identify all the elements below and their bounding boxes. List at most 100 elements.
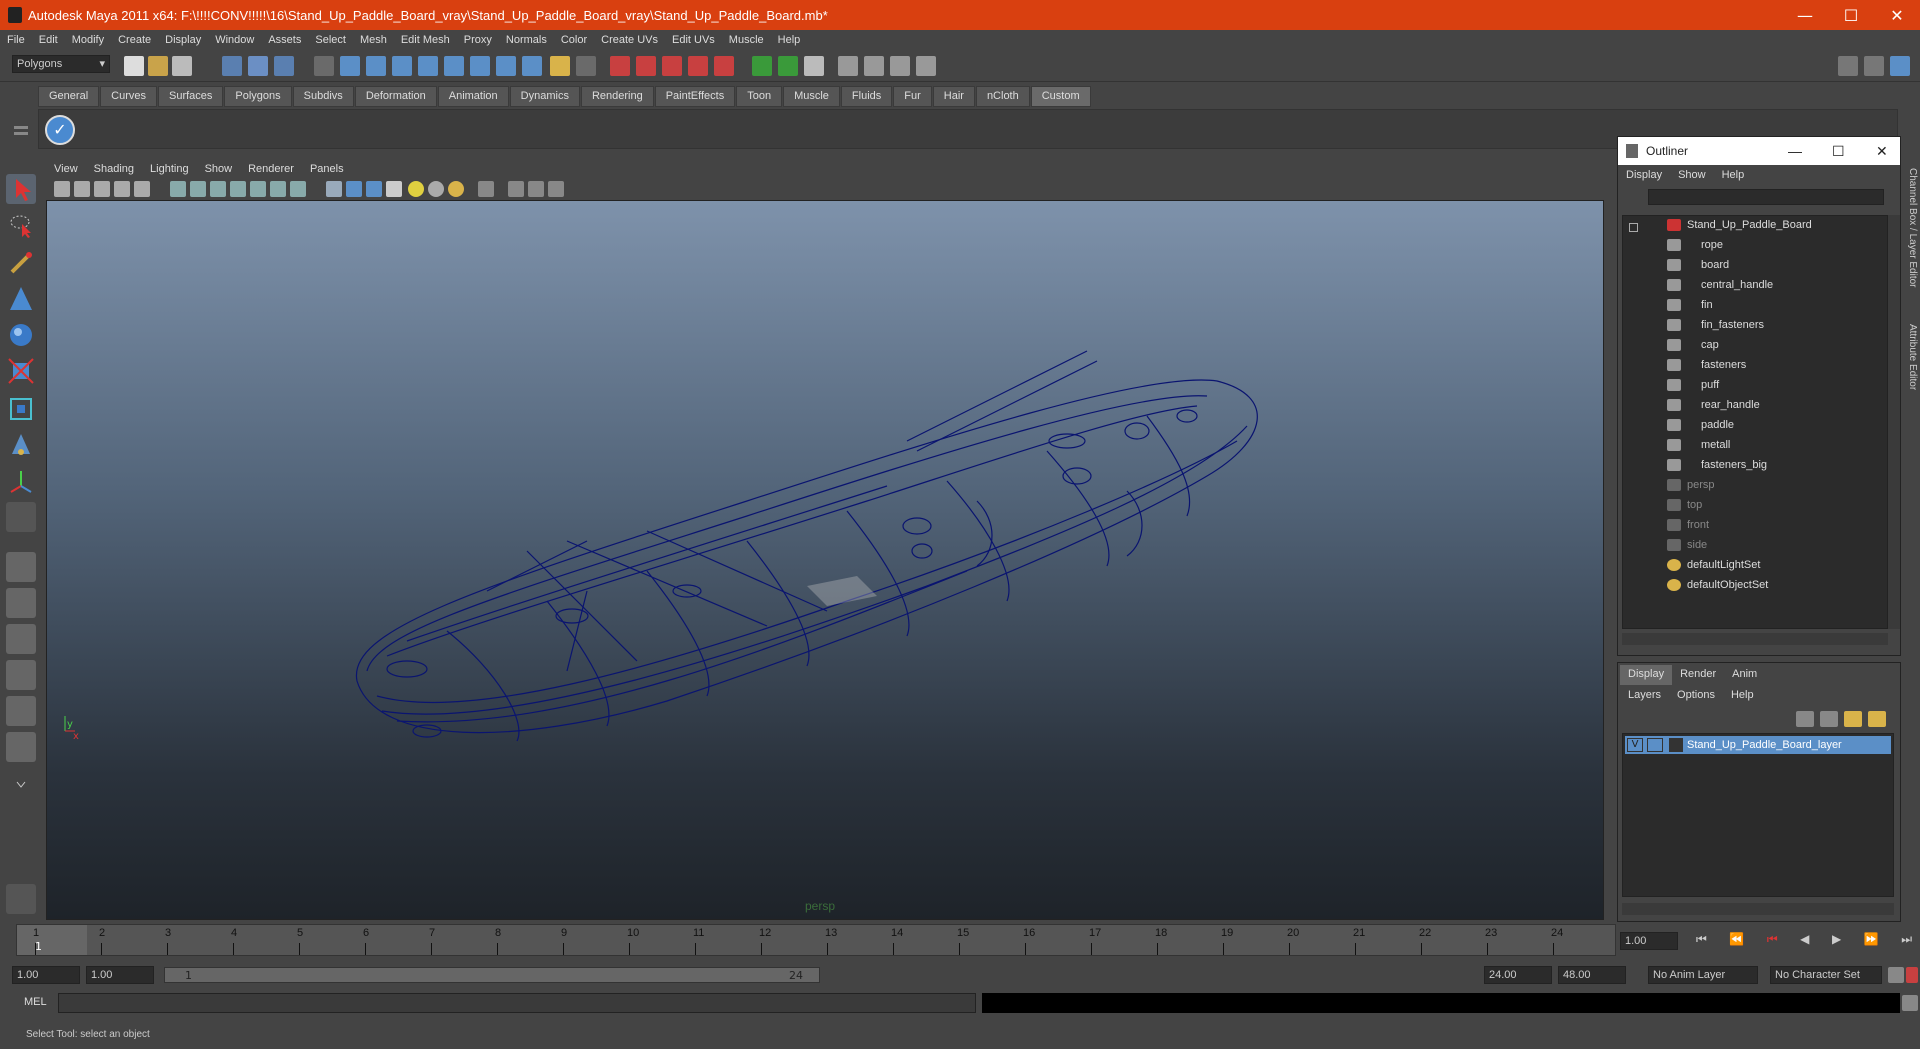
- outliner-horizontal-scrollbar[interactable]: [1622, 633, 1888, 645]
- input-ops-icon[interactable]: [752, 56, 772, 76]
- step-back-frame-icon[interactable]: ⏮: [1767, 932, 1778, 952]
- persp-graph-hypershade-layout-icon[interactable]: [6, 732, 36, 762]
- select-object-icon[interactable]: [248, 56, 268, 76]
- channel-box-toggle-icon[interactable]: [1890, 56, 1910, 76]
- wireframe-on-shaded-icon[interactable]: [366, 181, 382, 197]
- script-editor-icon[interactable]: [1902, 995, 1918, 1011]
- select-component-icon[interactable]: [274, 56, 294, 76]
- select-rendering-icon[interactable]: [470, 56, 490, 76]
- panel-menu-show[interactable]: Show: [197, 163, 241, 175]
- outliner-vertical-scrollbar[interactable]: [1888, 215, 1900, 629]
- tool-settings-toggle-icon[interactable]: [1864, 56, 1884, 76]
- menu-edit[interactable]: Edit: [32, 34, 65, 46]
- paddle-board-wireframe[interactable]: y x: [47, 201, 1604, 920]
- snap-view-plane-icon[interactable]: [688, 56, 708, 76]
- outliner-search-field[interactable]: [1648, 189, 1884, 205]
- panel-menu-shading[interactable]: Shading: [86, 163, 142, 175]
- layer-menu-help[interactable]: Help: [1723, 687, 1762, 705]
- layer-tab-anim[interactable]: Anim: [1724, 665, 1765, 685]
- range-slider[interactable]: 1 24: [164, 967, 820, 983]
- lock-icon[interactable]: [550, 56, 570, 76]
- outliner-item-front[interactable]: front: [1667, 516, 1709, 534]
- shelf-tab-painteffects[interactable]: PaintEffects: [654, 86, 736, 107]
- move-layer-down-icon[interactable]: [1820, 711, 1838, 727]
- hypershade-persp-layout-icon[interactable]: [6, 696, 36, 726]
- outliner-item-board[interactable]: board: [1667, 256, 1729, 274]
- select-handle-icon[interactable]: [314, 56, 334, 76]
- outliner-menu-help[interactable]: Help: [1714, 169, 1753, 181]
- auto-key-icon[interactable]: [1888, 967, 1904, 983]
- menu-normals[interactable]: Normals: [499, 34, 554, 46]
- shelf-tab-fluids[interactable]: Fluids: [840, 86, 893, 107]
- resolution-gate-icon[interactable]: [210, 181, 226, 197]
- construction-history-icon[interactable]: [804, 56, 824, 76]
- menu-edit-uvs[interactable]: Edit UVs: [665, 34, 722, 46]
- go-to-start-icon[interactable]: ⏮: [1696, 932, 1707, 952]
- shelf-tab-polygons[interactable]: Polygons: [224, 86, 292, 107]
- scale-tool-icon[interactable]: [6, 356, 36, 386]
- safe-action-icon[interactable]: [270, 181, 286, 197]
- grid-icon[interactable]: [170, 181, 186, 197]
- playback-start-field[interactable]: 1.00: [86, 966, 154, 984]
- snap-curve-icon[interactable]: [636, 56, 656, 76]
- output-ops-icon[interactable]: [778, 56, 798, 76]
- new-layer-from-selection-icon[interactable]: [1868, 711, 1886, 727]
- layer-color-swatch[interactable]: [1669, 738, 1683, 752]
- outliner-item-persp[interactable]: persp: [1667, 476, 1715, 494]
- outliner-item-fin-fasteners[interactable]: fin_fasteners: [1667, 316, 1764, 334]
- gate-mask-icon[interactable]: [230, 181, 246, 197]
- playback-end-field[interactable]: 24.00: [1484, 966, 1552, 984]
- bookmarks-icon[interactable]: [94, 181, 110, 197]
- maximize-button[interactable]: ☐: [1828, 0, 1874, 30]
- shelf-tab-muscle[interactable]: Muscle: [783, 86, 840, 107]
- shadows-icon[interactable]: [428, 181, 444, 197]
- render-settings-icon[interactable]: [916, 56, 936, 76]
- open-scene-icon[interactable]: [148, 56, 168, 76]
- last-tool-icon[interactable]: [6, 502, 36, 532]
- shelf-menu-icon[interactable]: [12, 120, 30, 148]
- layer-type-toggle[interactable]: [1647, 738, 1663, 752]
- shelf-tab-animation[interactable]: Animation: [437, 86, 509, 107]
- ipr-render-icon[interactable]: [890, 56, 910, 76]
- outliner-item-paddle[interactable]: paddle: [1667, 416, 1734, 434]
- checkmark-shelf-icon[interactable]: ✓: [45, 115, 75, 145]
- shelf-tab-toon[interactable]: Toon: [736, 86, 783, 107]
- outliner-item-puff[interactable]: puff: [1667, 376, 1719, 394]
- shelf-tab-hair[interactable]: Hair: [932, 86, 975, 107]
- select-dynamics-icon[interactable]: [444, 56, 464, 76]
- safe-title-icon[interactable]: [290, 181, 306, 197]
- move-layer-up-icon[interactable]: [1796, 711, 1814, 727]
- outliner-persp-layout-icon[interactable]: [6, 624, 36, 654]
- render-view-icon[interactable]: [838, 56, 858, 76]
- outliner-item-central-handle[interactable]: central_handle: [1667, 276, 1773, 294]
- menu-muscle[interactable]: Muscle: [722, 34, 771, 46]
- panel-menu-renderer[interactable]: Renderer: [240, 163, 302, 175]
- select-joint-icon[interactable]: [340, 56, 360, 76]
- shelf-tab-dynamics[interactable]: Dynamics: [509, 86, 580, 107]
- snap-grid-icon[interactable]: [610, 56, 630, 76]
- current-time-field[interactable]: 1.00: [1620, 932, 1678, 950]
- graph-persp-layout-icon[interactable]: [6, 660, 36, 690]
- layout-expand-icon[interactable]: [6, 776, 36, 794]
- menu-color[interactable]: Color: [554, 34, 594, 46]
- move-tool-icon[interactable]: [6, 284, 36, 314]
- outliner-item-rope[interactable]: rope: [1667, 236, 1723, 254]
- layer-menu-options[interactable]: Options: [1669, 687, 1723, 705]
- film-gate-icon[interactable]: [190, 181, 206, 197]
- soft-modification-icon[interactable]: [6, 430, 36, 460]
- start-time-field[interactable]: 1.00: [12, 966, 80, 984]
- layer-visibility-toggle[interactable]: V: [1627, 738, 1643, 752]
- rotate-tool-icon[interactable]: [6, 320, 36, 350]
- play-forwards-icon[interactable]: ▶: [1832, 932, 1841, 952]
- layer-tab-render[interactable]: Render: [1672, 665, 1724, 685]
- layer-menu-layers[interactable]: Layers: [1620, 687, 1669, 705]
- menu-mesh[interactable]: Mesh: [353, 34, 394, 46]
- make-live-icon[interactable]: [714, 56, 734, 76]
- select-hierarchy-icon[interactable]: [222, 56, 242, 76]
- time-slider[interactable]: 1 1 2 3 4 5 6 7 8 9 10 11 12 13 14 15 16 17 18 19 20 21 22 23 2…: [16, 924, 1616, 956]
- shelf-tab-general[interactable]: General: [38, 86, 100, 107]
- close-button[interactable]: ✕: [1874, 0, 1920, 30]
- select-curve-icon[interactable]: [366, 56, 386, 76]
- select-surface-icon[interactable]: [392, 56, 412, 76]
- anim-layer-dropdown[interactable]: No Anim Layer: [1648, 966, 1758, 984]
